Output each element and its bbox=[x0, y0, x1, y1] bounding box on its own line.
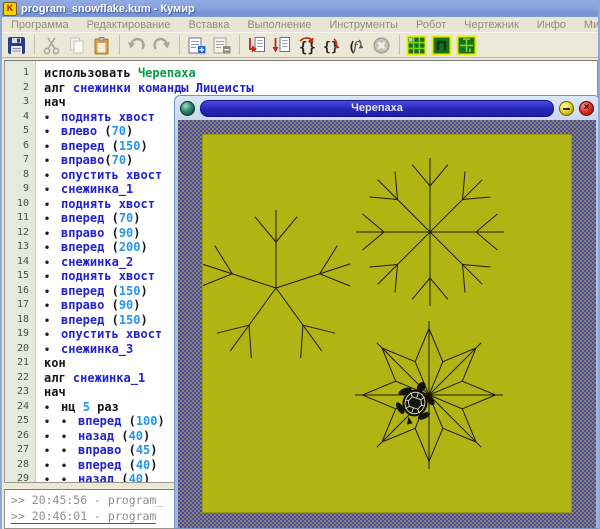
eval-expression-button[interactable]: (f bbox=[345, 34, 368, 57]
line-number: 27 bbox=[5, 443, 35, 458]
save-icon bbox=[6, 35, 27, 56]
turtle-window-close-button[interactable] bbox=[579, 101, 594, 116]
eval-expression-icon: (f bbox=[346, 35, 367, 56]
comment-icon bbox=[186, 35, 207, 56]
save-button[interactable] bbox=[5, 34, 28, 57]
copy-button[interactable] bbox=[65, 34, 88, 57]
stop-icon bbox=[371, 35, 392, 56]
line-number: 20 bbox=[5, 342, 35, 357]
window-title: program_snowflake.kum - Кумир bbox=[21, 3, 195, 15]
turtle-window-titlebar[interactable]: Черепаха bbox=[175, 96, 599, 120]
menu-worlds[interactable]: Миры bbox=[575, 19, 600, 31]
toolbar-separator bbox=[179, 35, 180, 55]
window-titlebar[interactable]: K program_snowflake.kum - Кумир bbox=[0, 0, 600, 17]
line-number: 2 bbox=[5, 81, 35, 96]
line-number: 26 bbox=[5, 429, 35, 444]
line-number: 12 bbox=[5, 226, 35, 241]
menu-info[interactable]: Инфо bbox=[528, 19, 575, 31]
cut-icon bbox=[41, 35, 62, 56]
line-number: 16 bbox=[5, 284, 35, 299]
menu-run[interactable]: Выполнение bbox=[238, 19, 320, 31]
run-step-into-button[interactable] bbox=[245, 34, 268, 57]
run-to-end-button[interactable]: {} bbox=[320, 34, 343, 57]
toolbar-separator bbox=[119, 35, 120, 55]
line-number: 23 bbox=[5, 385, 35, 400]
indent-bullet: • bbox=[61, 474, 78, 482]
turtle-field-window-button[interactable] bbox=[455, 34, 478, 57]
toolbar-separator bbox=[239, 35, 240, 55]
robot-field-window-button[interactable] bbox=[405, 34, 428, 57]
menu-drawer[interactable]: Чертежник bbox=[455, 19, 528, 31]
line-number: 21 bbox=[5, 356, 35, 371]
undo-icon bbox=[126, 35, 147, 56]
toolbar-separator bbox=[399, 35, 400, 55]
menu-insert[interactable]: Вставка bbox=[179, 19, 238, 31]
line-number: 7 bbox=[5, 153, 35, 168]
run-step-over-button[interactable] bbox=[270, 34, 293, 57]
line-number: 13 bbox=[5, 240, 35, 255]
line-number: 1 bbox=[5, 66, 35, 81]
turtle-drawing-canvas bbox=[202, 134, 572, 513]
comment-button[interactable] bbox=[185, 34, 208, 57]
line-number: 8 bbox=[5, 168, 35, 183]
line-number: 18 bbox=[5, 313, 35, 328]
stop-button[interactable] bbox=[370, 34, 393, 57]
drawer-window-icon bbox=[431, 35, 452, 56]
turtle-field-window-icon bbox=[456, 35, 477, 56]
line-number: 3 bbox=[5, 95, 35, 110]
menu-tools[interactable]: Инструменты bbox=[320, 19, 407, 31]
copy-icon bbox=[66, 35, 87, 56]
line-number: 28 bbox=[5, 458, 35, 473]
run-to-end-icon: {} bbox=[321, 35, 342, 56]
menu-robot[interactable]: Робот bbox=[407, 19, 455, 31]
uncomment-button[interactable] bbox=[210, 34, 233, 57]
line-number: 25 bbox=[5, 414, 35, 429]
svg-text:f: f bbox=[352, 40, 360, 55]
turtle-window-title: Черепаха bbox=[200, 100, 554, 117]
turtle-window-minimize-button[interactable] bbox=[559, 101, 574, 116]
line-number: 17 bbox=[5, 298, 35, 313]
menu-program[interactable]: Программа bbox=[2, 19, 78, 31]
line-number: 10 bbox=[5, 197, 35, 212]
line-number: 4 bbox=[5, 110, 35, 125]
line-number: 29 bbox=[5, 472, 35, 482]
line-number-gutter: 1234567891011121314151617181920212223242… bbox=[5, 61, 36, 482]
line-number: 14 bbox=[5, 255, 35, 270]
paste-icon bbox=[91, 35, 112, 56]
code-line[interactable]: алг снежинки команды Лицеисты bbox=[36, 81, 597, 96]
menu-bar: ПрограммаРедактированиеВставкаВыполнение… bbox=[2, 17, 598, 32]
line-number: 19 bbox=[5, 327, 35, 342]
indent-bullet: • bbox=[44, 474, 61, 482]
line-number: 22 bbox=[5, 371, 35, 386]
toolbar-separator bbox=[34, 35, 35, 55]
line-number: 9 bbox=[5, 182, 35, 197]
robot-field-window-icon bbox=[406, 35, 427, 56]
line-number: 6 bbox=[5, 139, 35, 154]
paste-button[interactable] bbox=[90, 34, 113, 57]
turtle-window-client-area bbox=[178, 120, 596, 528]
line-number: 11 bbox=[5, 211, 35, 226]
redo-icon bbox=[151, 35, 172, 56]
undo-button[interactable] bbox=[125, 34, 148, 57]
run-step-over-icon bbox=[271, 35, 292, 56]
line-number: 24 bbox=[5, 400, 35, 415]
line-number: 15 bbox=[5, 269, 35, 284]
redo-button[interactable] bbox=[150, 34, 173, 57]
menu-edit[interactable]: Редактирование bbox=[78, 19, 180, 31]
line-number: 5 bbox=[5, 124, 35, 139]
code-line[interactable]: использовать Черепаха bbox=[36, 66, 597, 81]
uncomment-icon bbox=[211, 35, 232, 56]
run-step-into-icon bbox=[246, 35, 267, 56]
drawer-window-button[interactable] bbox=[430, 34, 453, 57]
turtle-tool-window: Черепаха bbox=[174, 95, 600, 529]
run-continuous-icon: {} bbox=[296, 35, 317, 56]
cut-button[interactable] bbox=[40, 34, 63, 57]
kumir-main-window: K program_snowflake.kum - Кумир Программ… bbox=[0, 0, 600, 529]
run-continuous-button[interactable]: {} bbox=[295, 34, 318, 57]
toolbar: {}{}(f bbox=[2, 32, 598, 58]
app-icon: K bbox=[3, 2, 17, 16]
svg-text:{}: {} bbox=[299, 40, 316, 56]
turtle-window-menu-button[interactable] bbox=[180, 101, 195, 116]
